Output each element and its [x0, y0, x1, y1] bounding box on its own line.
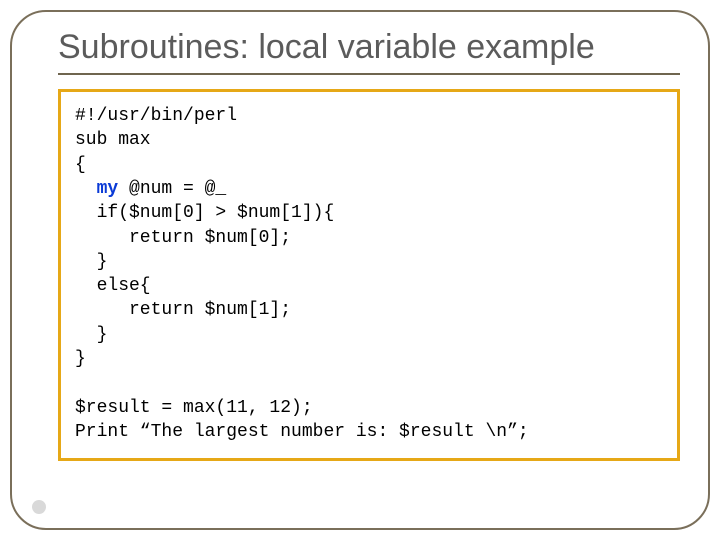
code-line: $result = max(11, 12);: [75, 398, 313, 418]
keyword-my: my: [97, 179, 119, 199]
corner-dot-icon: [32, 500, 46, 514]
code-line: my @num = @_: [75, 179, 226, 199]
code-line: }: [75, 349, 86, 369]
code-line: return $num[1];: [75, 300, 291, 320]
code-line: #!/usr/bin/perl: [75, 106, 237, 126]
code-line: }: [75, 252, 107, 272]
code-block: #!/usr/bin/perl sub max { my @num = @_ i…: [58, 89, 680, 461]
slide-frame: Subroutines: local variable example #!/u…: [10, 10, 710, 530]
code-line: sub max: [75, 130, 151, 150]
code-line: if($num[0] > $num[1]){: [75, 203, 334, 223]
code-line: }: [75, 325, 107, 345]
title-underline: [58, 73, 680, 75]
code-line: return $num[0];: [75, 228, 291, 248]
code-line: Print “The largest number is: $result \n…: [75, 422, 529, 442]
slide-title: Subroutines: local variable example: [58, 28, 680, 67]
code-line: else{: [75, 276, 151, 296]
code-line: {: [75, 155, 86, 175]
